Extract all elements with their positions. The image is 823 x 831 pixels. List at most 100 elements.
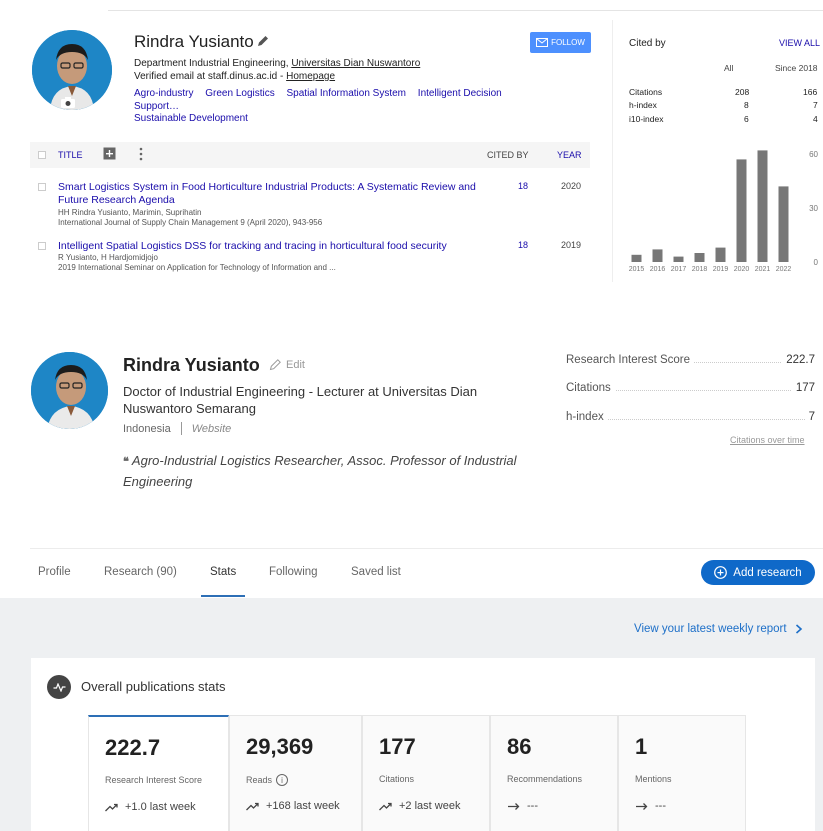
profile-headline: Doctor of Industrial Engineering - Lectu…: [123, 384, 478, 416]
article-row: Intelligent Spatial Logistics DSS for tr…: [30, 240, 590, 276]
profile-name: Rindra Yusianto: [123, 355, 260, 375]
stat-since: 4: [813, 114, 818, 124]
affiliation: Department Industrial Engineering, Unive…: [134, 58, 420, 69]
researchgate-avatar[interactable]: [31, 352, 108, 429]
divider: [108, 10, 823, 11]
citations-over-time-link[interactable]: Citations over time: [730, 435, 805, 445]
more-vert-icon[interactable]: [138, 147, 144, 161]
article-title-link[interactable]: Smart Logistics System in Food Horticult…: [58, 181, 488, 207]
stat-label: Citations: [629, 87, 663, 97]
publication-stats-card: Overall publications stats 222.7 Researc…: [31, 658, 815, 831]
score-value: 177: [791, 382, 815, 394]
arrow-right-icon: [636, 802, 648, 810]
trending-up-icon: [105, 803, 118, 811]
article-venue: International Journal of Supply Chain Ma…: [58, 218, 323, 227]
envelope-icon: [536, 38, 549, 47]
weekly-report-link[interactable]: View your latest weekly report: [634, 623, 803, 635]
website-link[interactable]: Website: [192, 423, 232, 435]
score-label: Citations: [566, 382, 615, 394]
stat-label: Mentions: [635, 774, 672, 784]
separator: [180, 422, 182, 435]
interest-link[interactable]: Green Logistics: [205, 88, 274, 99]
article-authors: HH Rindra Yusianto, Marimin, Suprihatin: [58, 208, 202, 217]
scholar-profile-section: Rindra Yusianto FOLLOW Department Indust…: [0, 0, 823, 290]
stat-research-interest[interactable]: 222.7 Research Interest Score +1.0 last …: [88, 715, 229, 831]
follow-button[interactable]: FOLLOW: [530, 32, 591, 53]
tab-following[interactable]: Following: [269, 566, 318, 578]
stat-label: Recommendations: [507, 774, 583, 784]
stat-value: 222.7: [105, 735, 161, 760]
stat-value: 177: [379, 734, 416, 759]
stat-label: Reads i: [246, 774, 289, 786]
stat-value: 86: [507, 734, 532, 759]
stat-change: +1.0 last week: [105, 801, 196, 813]
article-checkbox[interactable]: [38, 242, 46, 250]
affiliation-text: Department Industrial Engineering,: [134, 58, 292, 69]
stat-citations[interactable]: 177 Citations +2 last week: [362, 715, 490, 831]
interest-link[interactable]: Agro-industry: [134, 88, 193, 99]
article-checkbox[interactable]: [38, 183, 46, 191]
stats-title: Overall publications stats: [81, 679, 226, 694]
plus-circle-icon: [714, 566, 728, 579]
research-interests: Agro-industry Green Logistics Spatial In…: [134, 88, 554, 126]
camera-icon[interactable]: [60, 96, 76, 109]
score-label: Research Interest Score: [566, 354, 695, 366]
stat-since: 166: [803, 87, 818, 97]
pencil-icon: [269, 359, 281, 371]
add-article-icon[interactable]: [103, 147, 116, 160]
select-all-checkbox[interactable]: [38, 151, 46, 159]
arrow-right-icon: [508, 802, 520, 810]
stat-recommendations[interactable]: 86 Recommendations ---: [490, 715, 618, 831]
score-label: h-index: [566, 411, 608, 423]
year-sort[interactable]: YEAR: [557, 150, 582, 160]
view-all-link[interactable]: VIEW ALL: [779, 38, 820, 48]
university-link[interactable]: Universitas Dian Nuswantoro: [291, 58, 420, 69]
col-since: Since 2018: [775, 63, 818, 73]
stat-mentions[interactable]: 1 Mentions ---: [618, 715, 746, 831]
quote-icon: ❝: [123, 456, 129, 468]
profile-location: Indonesia Website: [123, 422, 231, 435]
tab-profile[interactable]: Profile: [38, 566, 71, 578]
stat-since: 7: [813, 100, 818, 110]
stat-value: 1: [635, 734, 648, 759]
active-tab-indicator: [201, 595, 245, 597]
activity-icon: [47, 675, 71, 699]
chevron-right-icon: [795, 624, 802, 634]
stat-change: ---: [635, 800, 666, 812]
tab-saved-list[interactable]: Saved list: [351, 566, 401, 578]
trending-up-icon: [379, 802, 392, 810]
score-value: 7: [804, 411, 815, 423]
stat-all: 208: [735, 87, 750, 97]
tab-research[interactable]: Research (90): [104, 566, 177, 578]
add-research-label: Add research: [733, 566, 802, 579]
edit-profile-button[interactable]: Edit: [269, 358, 305, 371]
interest-link[interactable]: Sustainable Development: [134, 113, 248, 124]
articles-table-header: TITLE CITED BY YEAR: [30, 142, 590, 168]
info-icon[interactable]: i: [276, 774, 289, 786]
scholar-name: Rindra Yusianto: [134, 32, 254, 51]
stat-label: h-index: [629, 100, 657, 110]
edit-pencil-icon[interactable]: [256, 34, 270, 48]
stat-value: 29,369: [246, 734, 314, 759]
trending-up-icon: [246, 802, 259, 810]
interest-link[interactable]: Spatial Information System: [287, 88, 407, 99]
stat-reads[interactable]: 29,369 Reads i +168 last week: [229, 715, 362, 831]
follow-label: FOLLOW: [551, 38, 585, 47]
tab-stats[interactable]: Stats: [210, 566, 236, 578]
add-research-button[interactable]: Add research: [701, 560, 815, 585]
score-value: 222.7: [782, 354, 815, 366]
verified-text: Verified email at staff.dinus.ac.id -: [134, 71, 287, 82]
homepage-link[interactable]: Homepage: [286, 71, 335, 82]
weekly-report-label: View your latest weekly report: [634, 623, 787, 635]
cited-by-panel: Cited by VIEW ALL All Since 2018 Citatio…: [612, 20, 823, 282]
cited-by-count[interactable]: 18: [518, 181, 528, 191]
article-title-link[interactable]: Intelligent Spatial Logistics DSS for tr…: [58, 240, 488, 253]
edit-label: Edit: [286, 358, 305, 371]
profile-quote: ❝ Agro-Industrial Logistics Researcher, A…: [123, 451, 563, 491]
cited-by-count[interactable]: 18: [518, 240, 528, 250]
article-year: 2019: [561, 240, 582, 250]
stat-change: ---: [507, 800, 538, 812]
stat-label: Research Interest Score: [105, 775, 203, 785]
cited-by-sort[interactable]: CITED BY: [487, 150, 529, 160]
title-sort[interactable]: TITLE: [58, 150, 83, 160]
